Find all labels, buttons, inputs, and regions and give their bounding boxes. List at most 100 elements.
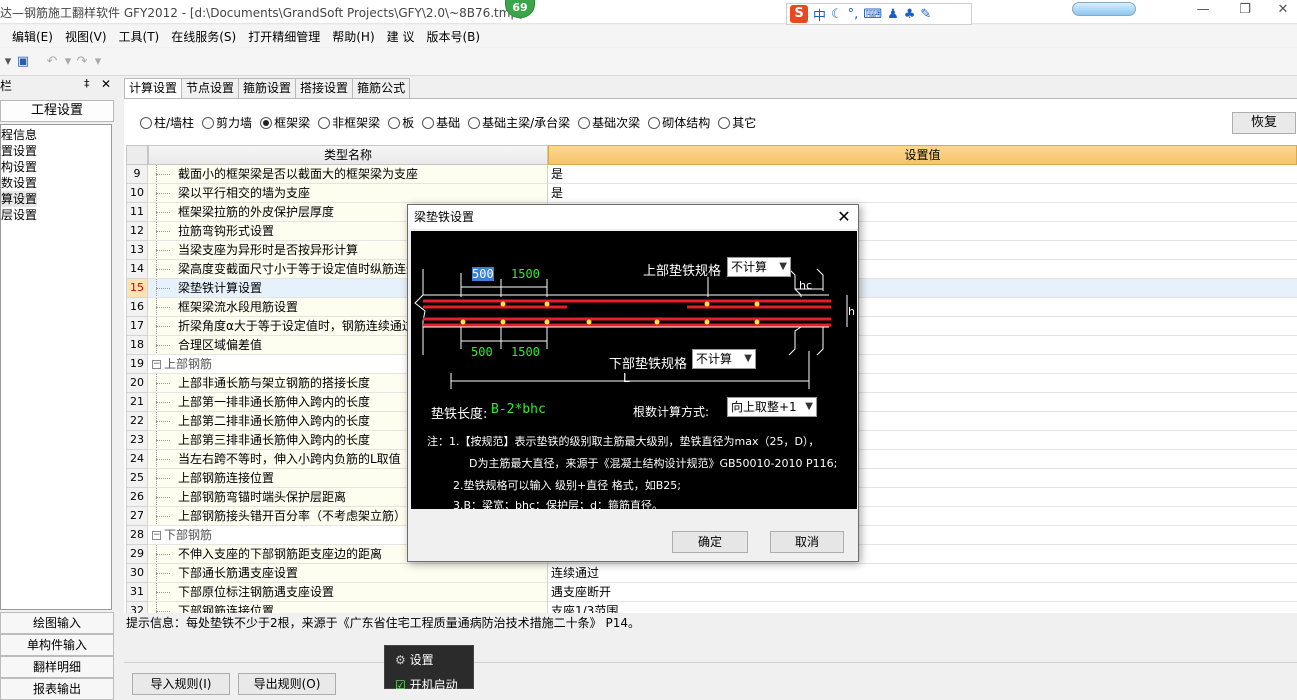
gear-icon: ⚙ (395, 653, 406, 667)
menu-view[interactable]: 视图(V) (65, 28, 107, 45)
minimize-icon[interactable]: — (1188, 2, 1218, 20)
row-name: 折梁角度α大于等于设定值时，钢筋连续通过 (178, 319, 414, 333)
count-method-select[interactable]: 向上取整+1 ▼ (727, 397, 817, 417)
dim-bottom-a[interactable]: 500 (471, 345, 493, 359)
tab-stirrup-settings[interactable]: 箍筋设置 (238, 78, 297, 98)
restore-button[interactable]: 恢复 (1232, 112, 1296, 134)
tab-node-settings[interactable]: 节点设置 (181, 78, 240, 98)
collapse-icon[interactable]: − (152, 531, 161, 540)
radio-foundation-secondary-beam[interactable]: 基础次梁 (578, 114, 640, 131)
radio-shear-wall[interactable]: 剪力墙 (202, 114, 252, 131)
table-row[interactable]: 10 梁以平行相交的墙为支座 是 (126, 184, 1297, 203)
redo-icon[interactable]: ↷ (74, 54, 90, 70)
tree-line (156, 383, 170, 384)
moon-icon[interactable]: ☾ (831, 7, 843, 22)
punctuation-icon[interactable]: °, (848, 7, 859, 22)
row-name: 上部钢筋弯锚时端头保护层距离 (178, 490, 347, 504)
radio-other[interactable]: 其它 (718, 114, 756, 131)
list-item[interactable]: 置设置 (1, 143, 37, 159)
row-name-cell: 下部原位标注钢筋遇支座设置 (148, 583, 548, 602)
list-item-selected[interactable]: 算设置 (1, 191, 38, 207)
dim-top-a[interactable]: 500 (472, 267, 494, 281)
radio-foundation[interactable]: 基础 (422, 114, 460, 131)
shirt-icon[interactable]: ♣ (904, 7, 916, 22)
row-value-cell[interactable]: 是 (548, 184, 1297, 203)
radio-frame-beam[interactable]: 框架梁 (260, 114, 310, 131)
row-number: 27 (126, 507, 148, 526)
dropdown-arrow-icon[interactable]: ▾ (0, 54, 16, 70)
menu-suggest[interactable]: 建 议 (387, 28, 415, 45)
list-item[interactable]: 数设置 (1, 175, 37, 191)
pad-length-formula[interactable]: B-2*bhc (491, 402, 546, 417)
tree-line (156, 212, 170, 213)
tab-draw-input[interactable]: 绘图输入 (0, 612, 114, 634)
list-item[interactable]: 构设置 (1, 159, 37, 175)
dialog-close-icon[interactable]: ✕ (834, 207, 854, 227)
list-item[interactable]: 层设置 (1, 207, 37, 223)
ime-toolbar[interactable]: S 中 ☾ °, ⌨ ♟ ♣ ✎ (786, 3, 972, 25)
radio-non-frame-beam[interactable]: 非框架梁 (318, 114, 380, 131)
menu-help[interactable]: 帮助(H) (332, 28, 374, 45)
row-name: 不伸入支座的下部钢筋距支座边的距离 (178, 547, 383, 561)
row-value-cell[interactable]: 是 (548, 165, 1297, 184)
grid-corner (126, 145, 148, 165)
pin-icon[interactable]: ‡ (84, 77, 90, 90)
sogou-logo-icon[interactable]: S (790, 5, 808, 23)
ok-button[interactable]: 确定 (672, 531, 748, 553)
user-icon[interactable]: ♟ (887, 7, 899, 22)
row-value-cell[interactable]: 遇支座断开 (548, 583, 1297, 602)
radio-masonry[interactable]: 砌体结构 (648, 114, 710, 131)
menu-bar: 编辑(E) 视图(V) 工具(T) 在线服务(S) 打开精细管理 帮助(H) 建… (0, 25, 1297, 47)
row-number: 14 (126, 260, 148, 279)
tray-item-autostart[interactable]: ☑ 开机启动 (395, 676, 458, 693)
menu-fine-management[interactable]: 打开精细管理 (248, 28, 320, 45)
restore-window-icon[interactable]: ❐ (1230, 2, 1260, 20)
keyboard-icon[interactable]: ⌨ (863, 7, 882, 22)
wrench-icon[interactable]: ✎ (920, 7, 931, 22)
close-window-icon[interactable]: ✕ (1268, 2, 1297, 20)
menu-online-service[interactable]: 在线服务(S) (171, 28, 236, 45)
table-row[interactable]: 30 下部通长筋遇支座设置 连续通过 (126, 564, 1297, 583)
bottom-pad-spec-select[interactable]: 不计算 ▼ (692, 349, 756, 369)
tray-item-settings[interactable]: ⚙ 设置 (395, 651, 434, 668)
collapse-icon[interactable]: − (152, 360, 161, 369)
export-rules-button[interactable]: 导出规则(O) (238, 673, 336, 695)
save-icon[interactable]: ▣ (15, 54, 31, 70)
radio-column[interactable]: 柱/墙柱 (140, 114, 194, 131)
row-value-cell[interactable]: 支座1/3范围 (548, 602, 1297, 613)
menu-tools[interactable]: 工具(T) (119, 28, 160, 45)
row-name: 拉筋弯钩形式设置 (178, 224, 275, 238)
table-row[interactable]: 32 下部钢筋连接位置 支座1/3范围 (126, 602, 1297, 613)
undo-icon[interactable]: ↶ (44, 54, 60, 70)
tab-calc-settings[interactable]: 计算设置 (124, 78, 183, 99)
menu-edit[interactable]: 编辑(E) (12, 28, 53, 45)
radio-slab[interactable]: 板 (388, 114, 414, 131)
cancel-button[interactable]: 取消 (770, 531, 844, 553)
beam-pad-dialog: 梁垫铁设置 ✕ 500 1500 hc h 上部垫铁规格 不计算 ▼ 500 1… (407, 204, 859, 562)
table-row[interactable]: 9 截面小的框架梁是否以截面大的框架梁为支座 是 (126, 165, 1297, 184)
column-header-name[interactable]: 类型名称 (148, 145, 548, 165)
table-row[interactable]: 31 下部原位标注钢筋遇支座设置 遇支座断开 (126, 583, 1297, 602)
radio-foundation-main-beam[interactable]: 基础主梁/承台梁 (468, 114, 570, 131)
tree-line (156, 174, 170, 175)
tab-stirrup-formula[interactable]: 箍筋公式 (352, 78, 411, 98)
row-name: 上部第一排非通长筋伸入跨内的长度 (178, 395, 371, 409)
row-value-cell[interactable]: 连续通过 (548, 564, 1297, 583)
redo-dropdown-icon[interactable]: ▾ (90, 54, 106, 70)
tab-report-output[interactable]: 报表输出 (0, 678, 114, 700)
section-project-settings[interactable]: 工程设置 (0, 100, 114, 122)
panel-close-icon[interactable]: ✕ (101, 77, 111, 91)
dim-h-label: h (848, 305, 855, 318)
top-pad-spec-select[interactable]: 不计算 ▼ (727, 257, 791, 277)
settings-tabs: 计算设置 节点设置 箍筋设置 搭接设置 箍筋公式 (124, 78, 411, 99)
dim-top-b[interactable]: 1500 (511, 267, 540, 281)
list-item[interactable]: 程信息 (1, 127, 37, 143)
dim-bottom-b[interactable]: 1500 (511, 345, 540, 359)
tab-rebar-detail[interactable]: 翻样明细 (0, 656, 114, 678)
menu-version[interactable]: 版本号(B) (426, 28, 480, 45)
import-rules-button[interactable]: 导入规则(I) (132, 673, 230, 695)
column-header-value[interactable]: 设置值 (548, 145, 1297, 165)
tab-single-component-input[interactable]: 单构件输入 (0, 634, 114, 656)
tab-lap-settings[interactable]: 搭接设置 (295, 78, 354, 98)
ime-lang[interactable]: 中 (813, 5, 826, 24)
